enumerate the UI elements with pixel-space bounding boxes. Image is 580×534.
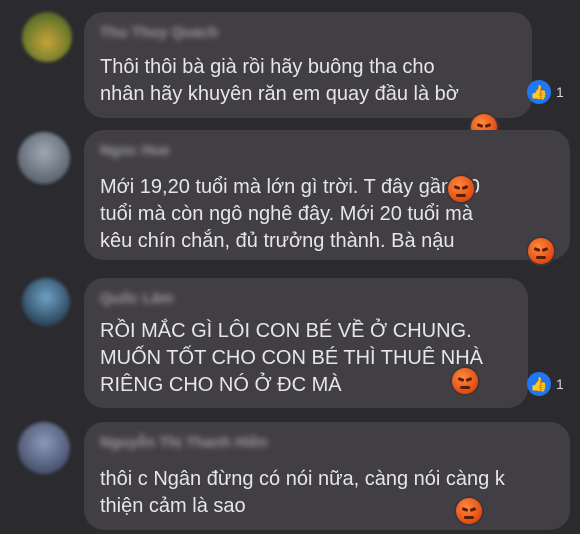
angry-face-icon[interactable]	[452, 368, 478, 394]
comment-text: Mới 19,20 tuổi mà lớn gì trời. T đây gần…	[100, 176, 480, 252]
comment-text: Thôi thôi bà già rồi hãy buông tha cho n…	[100, 56, 459, 105]
angry-face-icon[interactable]	[456, 498, 482, 524]
like-count: 1	[556, 84, 564, 100]
avatar[interactable]	[18, 422, 70, 474]
comment-text: RỒI MẮC GÌ LÔI CON BÉ VỀ Ở CHUNG. MUỐN T…	[100, 320, 483, 396]
comment-bubble: Ngoc Hue Mới 19,20 tuổi mà lớn gì trời. …	[84, 130, 570, 260]
like-count: 1	[556, 376, 564, 392]
commenter-name[interactable]: Quốc Lâm	[100, 290, 173, 307]
commenter-name[interactable]: Thu Thuy Quach	[100, 24, 218, 41]
commenter-name[interactable]: Ngoc Hue	[100, 142, 170, 159]
avatar[interactable]	[18, 132, 70, 184]
comment-text: thôi c Ngân đừng có nói nữa, càng nói cà…	[100, 468, 505, 517]
commenter-name[interactable]: Nguyễn Thị Thanh Hiền	[100, 434, 268, 451]
angry-face-icon[interactable]	[448, 176, 474, 202]
avatar[interactable]	[22, 12, 72, 62]
thumbs-up-icon[interactable]: 👍	[527, 80, 551, 104]
thumbs-up-icon[interactable]: 👍	[527, 372, 551, 396]
comment-bubble: Nguyễn Thị Thanh Hiền thôi c Ngân đừng c…	[84, 422, 570, 530]
avatar[interactable]	[22, 278, 70, 326]
angry-face-icon[interactable]	[528, 238, 554, 264]
comment-bubble: Thu Thuy Quach Thôi thôi bà già rồi hãy …	[84, 12, 532, 118]
